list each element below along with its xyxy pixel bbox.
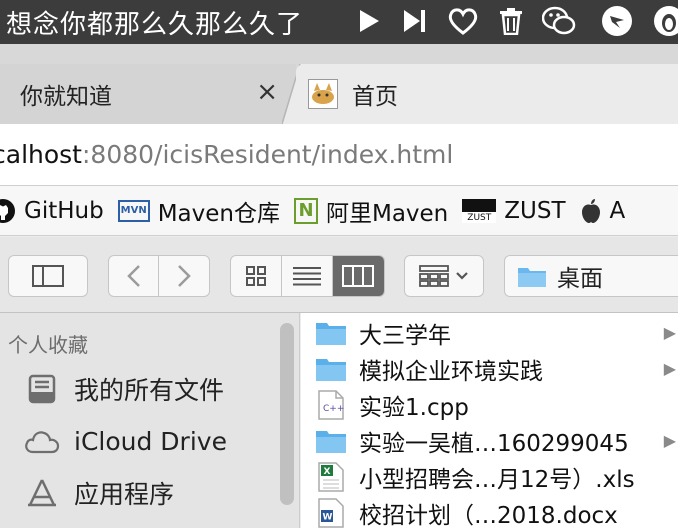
trash-icon[interactable] bbox=[494, 4, 528, 38]
file-name: 大三学年 bbox=[359, 323, 451, 349]
address-bar[interactable]: calhost:8080/icisResident/index.html bbox=[0, 124, 678, 186]
cloud-icon bbox=[22, 428, 62, 454]
view-mode-control bbox=[230, 255, 385, 297]
play-icon[interactable] bbox=[352, 4, 386, 38]
bookmark-label: Maven仓库 bbox=[157, 200, 280, 227]
chevron-left-icon bbox=[126, 265, 140, 287]
arrange-button[interactable] bbox=[404, 255, 484, 297]
grid-icon bbox=[246, 266, 267, 286]
list-view-button[interactable] bbox=[282, 256, 333, 296]
chevron-right-icon bbox=[178, 265, 191, 287]
bookmark-ali-maven[interactable]: N 阿里Maven bbox=[293, 194, 449, 228]
xls-file-icon: X bbox=[313, 462, 349, 492]
sidebar-item-label: 我的所有文件 bbox=[74, 376, 225, 405]
icon-view-button[interactable] bbox=[231, 256, 283, 296]
folder-icon bbox=[313, 428, 349, 454]
favorites-heading: 个人收藏 bbox=[8, 333, 88, 357]
bookmark-zust[interactable]: ZUST ZUST bbox=[462, 197, 566, 224]
zust-icon: ZUST bbox=[462, 198, 497, 223]
folder-icon bbox=[313, 320, 349, 346]
url-path: :8080/icisResident/index.html bbox=[81, 140, 454, 169]
heart-icon[interactable] bbox=[446, 4, 480, 38]
penguin-icon[interactable] bbox=[652, 4, 678, 38]
file-name: 实验1.cpp bbox=[359, 395, 469, 421]
finder-toolbar: 桌面 bbox=[0, 237, 678, 313]
arrange-grid-icon bbox=[419, 265, 449, 287]
bookmark-label: ZUST bbox=[504, 197, 566, 224]
back-forward-control bbox=[108, 255, 210, 297]
svg-text:W: W bbox=[323, 513, 333, 523]
tab-home[interactable]: 首页 bbox=[296, 64, 678, 124]
tab-bar: 你就知道 × 首页 bbox=[0, 44, 678, 124]
file-row[interactable]: X 小型招聘会…月12号）.xls bbox=[301, 459, 678, 495]
file-name: 小型招聘会…月12号）.xls bbox=[359, 467, 635, 493]
file-row[interactable]: W 校招计划（…2018.docx bbox=[301, 495, 678, 528]
chevron-down-icon bbox=[456, 272, 468, 280]
sidebar-toggle-button[interactable] bbox=[8, 255, 88, 297]
url-host: calhost bbox=[0, 140, 82, 169]
columns-icon bbox=[342, 265, 375, 287]
docx-file-icon: W bbox=[313, 498, 349, 528]
file-name: 实验一吴植…160299045 bbox=[359, 431, 629, 457]
bookmark-label: GitHub bbox=[24, 197, 104, 224]
svg-text:C++: C++ bbox=[323, 404, 344, 414]
bookmark-apple[interactable]: A bbox=[580, 197, 626, 224]
menu-bar: 想念你都那么久那么久了 bbox=[0, 0, 678, 44]
folder-icon bbox=[313, 356, 349, 382]
sidebar-item-applications[interactable]: 应用程序 bbox=[22, 473, 174, 513]
next-icon[interactable] bbox=[398, 4, 432, 38]
close-icon[interactable]: × bbox=[256, 77, 278, 107]
cpp-file-icon: C++ bbox=[313, 390, 349, 420]
all-files-icon bbox=[22, 374, 62, 404]
apple-icon bbox=[580, 198, 602, 224]
location-label: 桌面 bbox=[557, 266, 603, 292]
finder-sidebar: 个人收藏 我的所有文件 iCloud Drive 应用程序 bbox=[0, 313, 300, 528]
bookmark-maven[interactable]: MVN Maven仓库 bbox=[117, 194, 280, 228]
github-icon bbox=[0, 198, 16, 224]
sidebar-icon bbox=[32, 265, 64, 287]
sidebar-item-label: 应用程序 bbox=[74, 480, 175, 509]
n-icon: N bbox=[293, 197, 318, 224]
file-list: 大三学年 ▶ 模拟企业环境实践 ▶ C++ 实验1.cpp 实验一吴植…1602… bbox=[301, 313, 678, 528]
folder-icon bbox=[517, 264, 547, 288]
tab-label: 你就知道 bbox=[20, 84, 112, 110]
svg-text:X: X bbox=[324, 467, 331, 477]
file-name: 校招计划（…2018.docx bbox=[359, 503, 618, 528]
list-icon bbox=[293, 267, 321, 286]
tab-label: 首页 bbox=[352, 84, 398, 110]
sidebar-scrollbar[interactable] bbox=[280, 323, 294, 505]
column-view-button[interactable] bbox=[332, 256, 384, 296]
bookmark-label: 阿里Maven bbox=[325, 200, 449, 227]
sidebar-item-label: iCloud Drive bbox=[74, 426, 227, 456]
mvn-icon: MVN bbox=[117, 199, 150, 222]
file-row[interactable]: C++ 实验1.cpp bbox=[301, 387, 678, 423]
file-row[interactable]: 实验一吴植…160299045 ▶ bbox=[301, 423, 678, 459]
sidebar-item-icloud-drive[interactable]: iCloud Drive bbox=[22, 421, 227, 461]
tab-ni-jiu-zhi-dao[interactable]: 你就知道 × bbox=[0, 64, 296, 124]
sidebar-item-all-files[interactable]: 我的所有文件 bbox=[22, 369, 224, 409]
back-button[interactable] bbox=[109, 256, 160, 296]
bookmarks-bar: GitHub MVN Maven仓库 N 阿里Maven ZUST ZUST A bbox=[0, 186, 678, 236]
now-playing-title: 想念你都那么久那么久了 bbox=[6, 9, 304, 40]
applications-icon bbox=[22, 477, 62, 509]
file-row[interactable]: 模拟企业环境实践 ▶ bbox=[301, 351, 678, 387]
wechat-icon[interactable] bbox=[542, 4, 576, 38]
bookmark-github[interactable]: GitHub bbox=[0, 198, 104, 224]
disclosure-arrow-icon: ▶ bbox=[663, 431, 676, 450]
file-name: 模拟企业环境实践 bbox=[359, 359, 543, 385]
location-button[interactable]: 桌面 bbox=[504, 255, 678, 297]
file-row[interactable]: 大三学年 ▶ bbox=[301, 315, 678, 351]
forward-button[interactable] bbox=[159, 256, 209, 296]
bookmark-label: A bbox=[609, 197, 626, 224]
disclosure-arrow-icon: ▶ bbox=[663, 323, 676, 342]
dingtalk-icon[interactable] bbox=[600, 4, 634, 38]
tomcat-icon bbox=[308, 79, 338, 109]
disclosure-arrow-icon: ▶ bbox=[663, 359, 676, 378]
